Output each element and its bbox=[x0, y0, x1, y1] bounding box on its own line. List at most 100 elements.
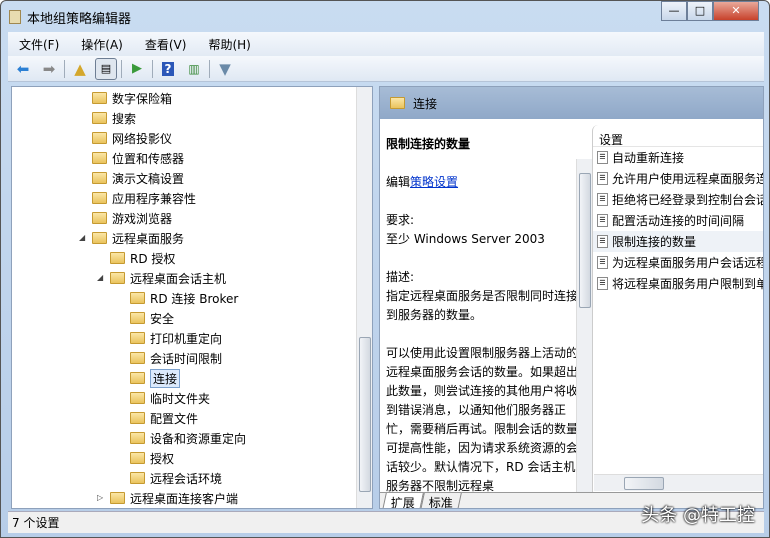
tree-item[interactable]: 远程会话环境 bbox=[130, 468, 222, 488]
settings-hscrollbar[interactable] bbox=[594, 474, 763, 491]
folder-icon bbox=[92, 112, 107, 124]
expanded-arrow-icon[interactable]: ◢ bbox=[97, 273, 103, 282]
tree-item-label: 搜索 bbox=[112, 111, 137, 126]
minimize-button[interactable]: — bbox=[661, 1, 687, 21]
tree-item-label: 连接 bbox=[150, 368, 181, 388]
tree-item-label: 远程桌面连接客户端 bbox=[130, 491, 239, 506]
setting-item[interactable]: ☰ 为远程桌面服务用户会话远程 bbox=[593, 252, 763, 273]
expanded-arrow-icon[interactable]: ◢ bbox=[79, 233, 85, 242]
forward-icon[interactable]: ➡ bbox=[38, 58, 60, 80]
details-pane: 连接 限制连接的数量 编辑策略设置 要求: 至少 Windows Server 2… bbox=[379, 86, 764, 509]
setting-item[interactable]: ☰ 允许用户使用远程桌面服务连接 bbox=[593, 168, 763, 189]
edit-policy-link[interactable]: 策略设置 bbox=[410, 175, 458, 189]
tree-item[interactable]: 远程桌面服务 bbox=[92, 228, 184, 248]
tree-item-label: 应用程序兼容性 bbox=[112, 191, 197, 206]
export-list-icon[interactable]: ▶ bbox=[126, 58, 148, 80]
details-header: 连接 bbox=[380, 87, 763, 119]
tab-standard[interactable]: 标准 bbox=[420, 493, 462, 508]
tree-item-label: RD 连接 Broker bbox=[150, 291, 239, 306]
tree-item[interactable]: 临时文件夹 bbox=[130, 388, 210, 408]
setting-label: 配置活动连接的时间间隔 bbox=[612, 214, 745, 228]
setting-label: 拒绝将已经登录到控制台会话 bbox=[612, 193, 764, 207]
scroll-thumb[interactable] bbox=[624, 477, 664, 490]
tree-item[interactable]: 会话时间限制 bbox=[130, 348, 222, 368]
tree-item[interactable]: 安全 bbox=[130, 308, 174, 328]
tree-item[interactable]: 数字保险箱 bbox=[92, 88, 172, 108]
show-tree-icon[interactable]: ▤ bbox=[95, 57, 117, 80]
folder-icon bbox=[92, 232, 107, 244]
policy-setting-icon: ☰ bbox=[597, 151, 608, 164]
collapsed-arrow-icon[interactable]: ▷ bbox=[97, 493, 103, 502]
watermark: 头条 @特工控 bbox=[641, 505, 755, 526]
tree-item[interactable]: 搜索 bbox=[92, 108, 136, 128]
tree-item[interactable]: 远程桌面会话主机 bbox=[110, 268, 226, 288]
folder-icon bbox=[130, 412, 145, 424]
description-more: 可以使用此设置限制服务器上活动的远程桌面服务会话的数量。如果超出此数量，则尝试连… bbox=[386, 346, 579, 493]
folder-icon bbox=[130, 472, 145, 484]
maximize-button[interactable]: □ bbox=[687, 1, 713, 21]
policy-setting-icon: ☰ bbox=[597, 172, 608, 185]
menu-help[interactable]: 帮助(H) bbox=[197, 36, 261, 53]
status-text: 7 个设置 bbox=[12, 516, 60, 530]
setting-label: 限制连接的数量 bbox=[612, 235, 697, 249]
settings-column-header[interactable]: 设置 bbox=[593, 125, 763, 147]
tree-item[interactable]: 游戏浏览器 bbox=[92, 208, 172, 228]
close-button[interactable]: ✕ bbox=[713, 1, 759, 21]
setting-item[interactable]: ☰ 配置活动连接的时间间隔 bbox=[593, 210, 763, 231]
folder-icon bbox=[92, 132, 107, 144]
tree-item[interactable]: 授权 bbox=[130, 448, 174, 468]
policy-title: 限制连接的数量 bbox=[386, 137, 471, 151]
requirements-value: 至少 Windows Server 2003 bbox=[386, 232, 545, 246]
folder-icon bbox=[130, 312, 145, 324]
tree-item[interactable]: 设备和资源重定向 bbox=[130, 428, 246, 448]
scroll-thumb[interactable] bbox=[359, 337, 371, 492]
setting-label: 自动重新连接 bbox=[612, 151, 685, 165]
tree-item-label: 远程桌面会话主机 bbox=[130, 271, 227, 286]
tree-item-label: 临时文件夹 bbox=[150, 391, 211, 406]
tree-item[interactable]: 打印机重定向 bbox=[130, 328, 222, 348]
tree-item[interactable]: RD 授权 bbox=[110, 248, 175, 268]
filter-icon[interactable]: ▼ bbox=[214, 58, 236, 80]
tree-item-label: 设备和资源重定向 bbox=[150, 431, 247, 446]
tree-item[interactable]: 网络投影仪 bbox=[92, 128, 172, 148]
setting-item[interactable]: ☰ 将远程桌面服务用户限制到单 bbox=[593, 273, 764, 294]
app-icon bbox=[9, 10, 21, 24]
folder-icon bbox=[92, 172, 107, 184]
menu-action[interactable]: 操作(A) bbox=[70, 36, 134, 53]
scroll-thumb[interactable] bbox=[579, 173, 591, 308]
policy-setting-icon: ☰ bbox=[597, 214, 608, 227]
show-action-pane-icon[interactable]: ▥ bbox=[183, 58, 205, 80]
tree-item-label: 远程会话环境 bbox=[150, 471, 223, 486]
tab-extended[interactable]: 扩展 bbox=[382, 493, 424, 508]
menu-bar: 文件(F) 操作(A) 查看(V) 帮助(H) bbox=[8, 32, 764, 56]
tree-item[interactable]: 演示文稿设置 bbox=[92, 168, 184, 188]
separator bbox=[121, 59, 122, 78]
folder-icon bbox=[130, 392, 145, 404]
tree-scrollbar[interactable] bbox=[356, 87, 372, 508]
setting-item[interactable]: ☰ 限制连接的数量 bbox=[593, 231, 763, 252]
folder-icon bbox=[92, 212, 107, 224]
tree-item[interactable]: RD 连接 Broker bbox=[130, 288, 238, 308]
up-folder-icon[interactable]: ▲ bbox=[69, 58, 91, 80]
tree-item[interactable]: 连接 bbox=[130, 368, 181, 388]
description-scrollbar[interactable] bbox=[576, 159, 592, 494]
folder-icon bbox=[130, 372, 145, 384]
tree-item[interactable]: 远程桌面连接客户端 bbox=[110, 488, 238, 508]
help-icon[interactable]: ? bbox=[157, 58, 179, 80]
setting-item[interactable]: ☰ 自动重新连接 bbox=[593, 147, 763, 168]
folder-icon bbox=[92, 92, 107, 104]
back-icon[interactable]: ⬅ bbox=[12, 58, 34, 80]
folder-icon bbox=[130, 352, 145, 364]
setting-item[interactable]: ☰ 拒绝将已经登录到控制台会话 bbox=[593, 189, 764, 210]
folder-icon bbox=[110, 492, 125, 504]
menu-file[interactable]: 文件(F) bbox=[8, 36, 70, 53]
description-label: 描述: bbox=[386, 270, 415, 284]
title-bar: 本地组策略编辑器 bbox=[9, 7, 131, 27]
description-text: 指定远程桌面服务是否限制同时连接到服务器的数量。 bbox=[386, 289, 579, 322]
tree-item[interactable]: 配置文件 bbox=[130, 408, 198, 428]
setting-label: 将远程桌面服务用户限制到单 bbox=[612, 277, 764, 291]
tree-item[interactable]: 位置和传感器 bbox=[92, 148, 184, 168]
menu-view[interactable]: 查看(V) bbox=[134, 36, 198, 53]
tree-item[interactable]: 应用程序兼容性 bbox=[92, 188, 196, 208]
tree-item-label: 安全 bbox=[150, 311, 175, 326]
